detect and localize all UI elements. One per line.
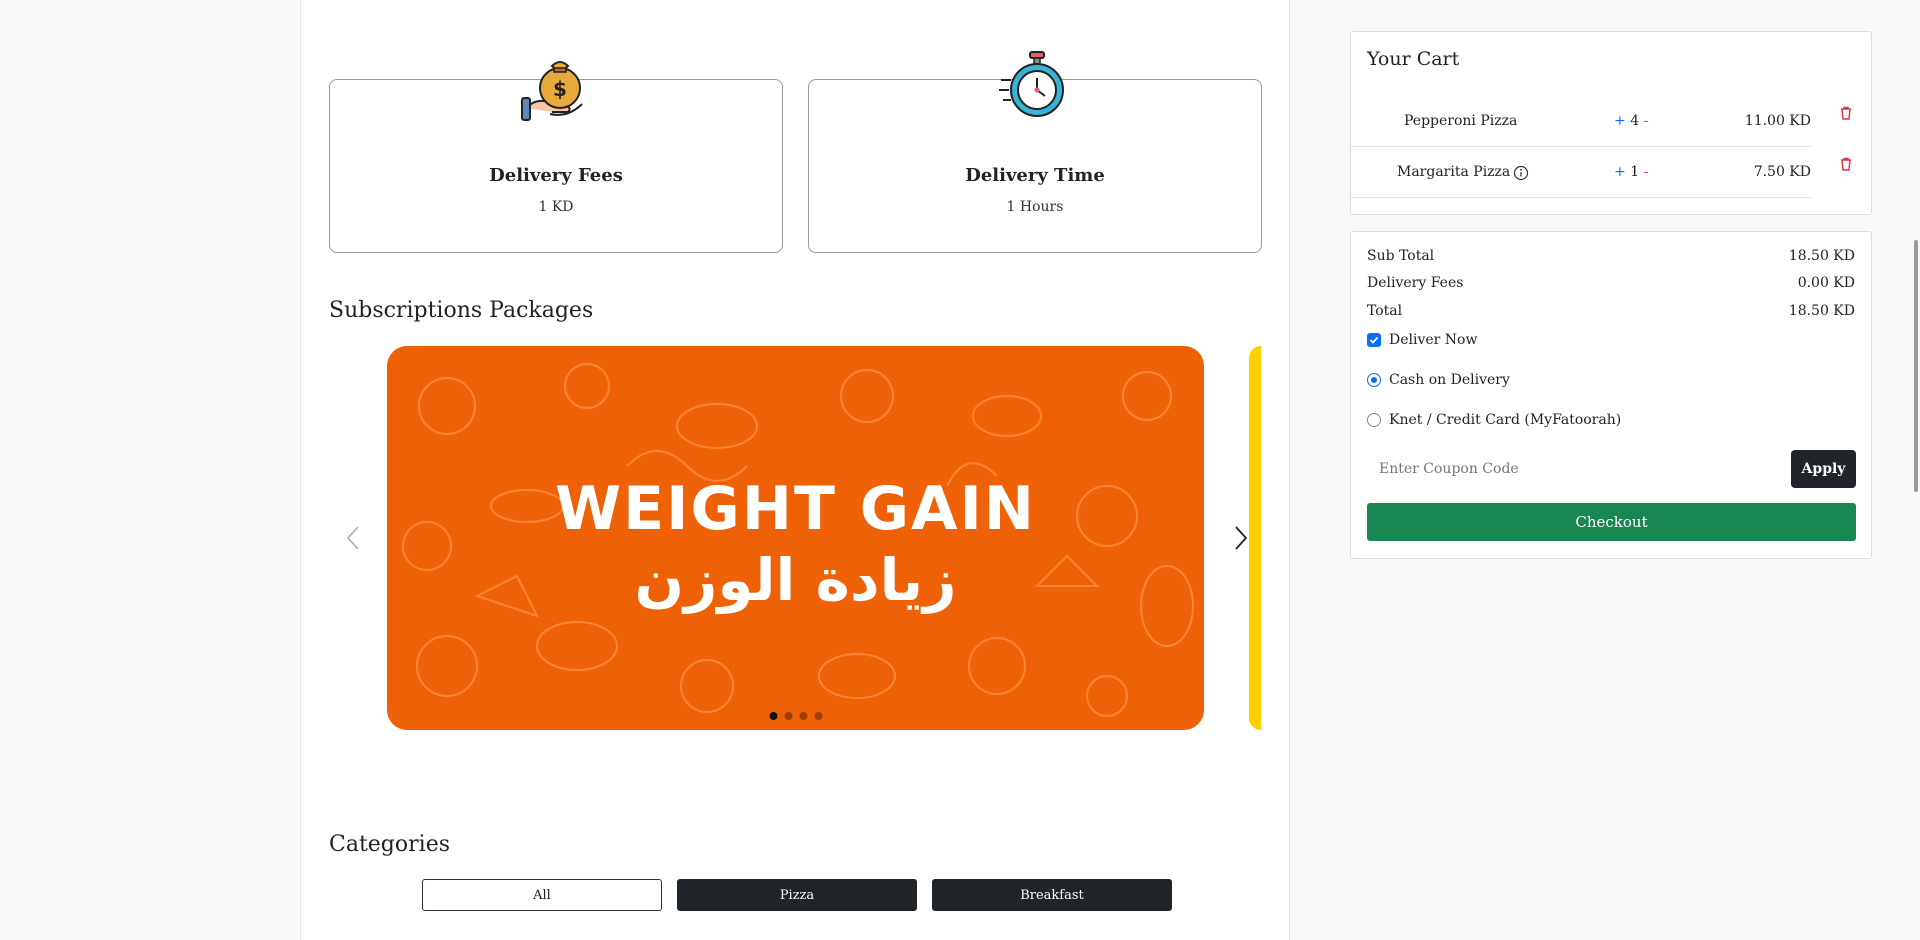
- decrease-quantity-button[interactable]: -: [1644, 113, 1649, 129]
- category-all-button[interactable]: All: [422, 879, 662, 911]
- carousel-dot[interactable]: [784, 712, 792, 720]
- subscriptions-title: Subscriptions Packages: [329, 298, 594, 323]
- cart-item: Pepperoni Pizza + 4 - 11.00 KD: [1351, 96, 1811, 147]
- card-title: Delivery Fees: [489, 165, 623, 186]
- carousel-dot[interactable]: [769, 712, 777, 720]
- quantity-stepper: + 4 -: [1614, 113, 1648, 129]
- category-pizza-button[interactable]: Pizza: [677, 879, 917, 911]
- banner-title: WEIGHT GAIN: [555, 474, 1036, 544]
- chevron-left-icon: [346, 526, 359, 550]
- decrease-quantity-button[interactable]: -: [1644, 164, 1649, 180]
- carousel-indicators: [769, 712, 822, 720]
- cart-title: Your Cart: [1367, 48, 1460, 70]
- deliver-now-option[interactable]: Deliver Now: [1367, 332, 1477, 348]
- increase-quantity-button[interactable]: +: [1614, 113, 1626, 129]
- chevron-right-icon: [1235, 526, 1248, 550]
- total-value: 18.50 KD: [1788, 303, 1855, 319]
- banner-subtitle: زيادة الوزن: [634, 546, 957, 614]
- money-bag-icon: $: [520, 50, 592, 122]
- delivery-fees-label: Delivery Fees: [1367, 275, 1464, 291]
- cart-item-price: 11.00 KD: [1744, 113, 1811, 129]
- carousel-dot[interactable]: [814, 712, 822, 720]
- delivery-time-card: Delivery Time 1 Hours: [808, 51, 1262, 253]
- carousel-prev-button[interactable]: [341, 520, 365, 556]
- increase-quantity-button[interactable]: +: [1614, 164, 1626, 180]
- payment-option-label: Knet / Credit Card (MyFatoorah): [1389, 412, 1622, 428]
- info-icon[interactable]: [1513, 165, 1529, 185]
- stopwatch-icon: [999, 50, 1071, 122]
- coupon-code-input[interactable]: [1367, 450, 1785, 488]
- page-scrollbar[interactable]: [1914, 240, 1918, 492]
- carousel-next-button[interactable]: [1229, 520, 1253, 556]
- categories-title: Categories: [329, 832, 450, 857]
- trash-icon[interactable]: [1839, 106, 1853, 120]
- carousel-dot[interactable]: [799, 712, 807, 720]
- knet-credit-card-radio[interactable]: [1367, 413, 1381, 427]
- deliver-now-checkbox[interactable]: [1367, 333, 1381, 347]
- subtotal-label: Sub Total: [1367, 248, 1435, 264]
- cart-item-price: 7.50 KD: [1753, 164, 1811, 180]
- cart-item-quantity: 1: [1630, 164, 1640, 180]
- subscription-banner[interactable]: WEIGHT GAIN زيادة الوزن: [387, 346, 1204, 730]
- card-value: 1 KD: [538, 199, 574, 215]
- delivery-fees-value: 0.00 KD: [1797, 275, 1855, 291]
- card-value: 1 Hours: [1006, 199, 1064, 215]
- order-summary-panel: Sub Total 18.50 KD Delivery Fees 0.00 KD…: [1350, 231, 1872, 559]
- quantity-stepper: + 1 -: [1614, 164, 1648, 180]
- payment-option-label: Cash on Delivery: [1389, 372, 1510, 388]
- checkmark-icon: [1369, 336, 1379, 344]
- deliver-now-label: Deliver Now: [1389, 332, 1478, 348]
- delivery-fees-card: $ Delivery Fees 1 KD: [329, 61, 783, 253]
- checkout-button[interactable]: Checkout: [1367, 503, 1856, 541]
- total-label: Total: [1367, 303, 1403, 319]
- apply-coupon-button[interactable]: Apply: [1791, 450, 1856, 488]
- trash-icon[interactable]: [1839, 157, 1853, 171]
- delivery-fees-row: Delivery Fees 0.00 KD: [1367, 275, 1855, 291]
- main-content: $ Delivery Fees 1 KD Delivery Time 1 Hou…: [300, 0, 1290, 940]
- subtotal-row: Sub Total 18.50 KD: [1367, 248, 1855, 264]
- cart-item: Margarita Pizza + 1 - 7.50 KD: [1351, 147, 1811, 198]
- payment-cash-option[interactable]: Cash on Delivery: [1367, 372, 1510, 388]
- cart-item-name: Pepperoni Pizza: [1404, 113, 1518, 129]
- payment-card-option[interactable]: Knet / Credit Card (MyFatoorah): [1367, 412, 1621, 428]
- category-breakfast-button[interactable]: Breakfast: [932, 879, 1172, 911]
- total-row: Total 18.50 KD: [1367, 303, 1855, 319]
- cart-panel: Your Cart Pepperoni Pizza + 4 - 11.00 KD…: [1350, 31, 1872, 215]
- subtotal-value: 18.50 KD: [1788, 248, 1855, 264]
- svg-text:$: $: [553, 77, 567, 101]
- cart-item-quantity: 4: [1630, 113, 1640, 129]
- cart-item-name: Margarita Pizza: [1397, 164, 1511, 180]
- cash-on-delivery-radio[interactable]: [1367, 373, 1381, 387]
- card-title: Delivery Time: [965, 165, 1105, 186]
